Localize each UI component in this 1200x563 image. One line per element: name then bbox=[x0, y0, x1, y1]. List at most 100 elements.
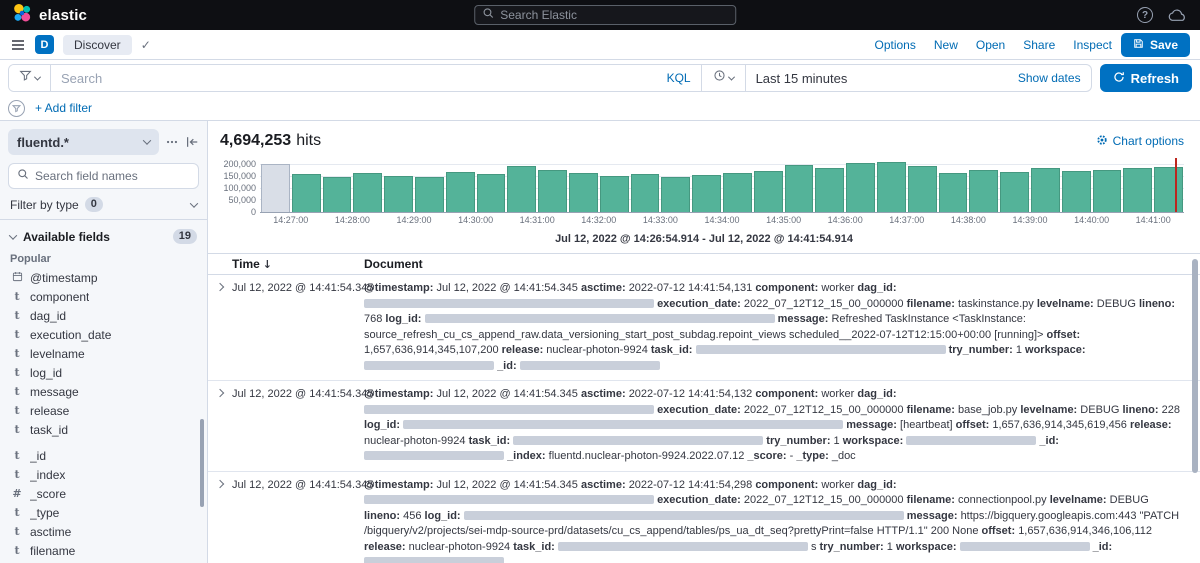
global-search-input[interactable] bbox=[500, 8, 728, 22]
y-axis-label: 200,000 bbox=[223, 159, 256, 169]
x-axis-label: 14:27:00 bbox=[273, 215, 308, 225]
deployment-badge[interactable]: D bbox=[35, 35, 54, 54]
doc-field-name: levelname: bbox=[1020, 404, 1077, 416]
field-item-dag_id[interactable]: tdag_id bbox=[8, 306, 199, 325]
field-search[interactable] bbox=[8, 163, 199, 189]
x-axis-label: 14:39:00 bbox=[1012, 215, 1047, 225]
expand-toggle[interactable] bbox=[208, 281, 232, 374]
field-item-_index[interactable]: t_index bbox=[8, 465, 199, 484]
time-column-header[interactable]: Time↓ bbox=[232, 257, 364, 271]
doc-field-name: message: bbox=[907, 510, 958, 522]
y-axis-label: 150,000 bbox=[223, 171, 256, 181]
doc-field-value: 1 bbox=[1016, 344, 1022, 356]
nav-link-new[interactable]: New bbox=[934, 38, 958, 52]
menu-icon[interactable] bbox=[10, 37, 26, 53]
field-item-filename[interactable]: tfilename bbox=[8, 541, 199, 560]
time-range-value[interactable]: Last 15 minutes bbox=[746, 71, 858, 86]
x-axis-label: 14:35:00 bbox=[766, 215, 801, 225]
kibana-discover-page: elastic ? D Discover ✓ OptionsNewOpenSha… bbox=[0, 0, 1200, 563]
chart-options-button[interactable]: Chart options bbox=[1096, 134, 1184, 149]
doc-field-value: 2022_07_12T12_15_00_000000 bbox=[744, 298, 904, 310]
filter-actions-icon[interactable] bbox=[8, 100, 25, 117]
nav-link-inspect[interactable]: Inspect bbox=[1073, 38, 1112, 52]
field-item-_id[interactable]: t_id bbox=[8, 446, 199, 465]
doc-field-name: @timestamp: bbox=[364, 388, 433, 400]
doc-field-name: try_number: bbox=[949, 344, 1013, 356]
doc-field-name: workspace: bbox=[896, 541, 957, 553]
doc-field-value: DEBUG bbox=[1080, 404, 1119, 416]
field-item-component[interactable]: tcomponent bbox=[8, 287, 199, 306]
table-scrollbar[interactable] bbox=[1192, 259, 1198, 473]
doc-field-value: 2022_07_12T12_15_00_000000 bbox=[744, 494, 904, 506]
histogram-bar bbox=[691, 158, 722, 212]
filter-by-type[interactable]: Filter by type 0 bbox=[0, 189, 207, 220]
histogram-bar bbox=[1122, 158, 1153, 212]
doc-field-name: message: bbox=[778, 313, 829, 325]
nav-link-open[interactable]: Open bbox=[976, 38, 1005, 52]
doc-field-name: release: bbox=[1130, 419, 1172, 431]
show-dates-link[interactable]: Show dates bbox=[1018, 71, 1091, 85]
histogram-bar bbox=[814, 158, 845, 212]
doc-field-name: task_id: bbox=[469, 435, 511, 447]
histogram-bar bbox=[999, 158, 1030, 212]
doc-field-value: [heartbeat] bbox=[900, 419, 953, 431]
save-button[interactable]: Save bbox=[1121, 33, 1190, 57]
field-label: asctime bbox=[30, 525, 71, 539]
chevron-down-icon bbox=[143, 136, 151, 144]
doc-field-name: _score: bbox=[747, 450, 786, 462]
histogram-bar bbox=[599, 158, 630, 212]
x-axis-label: 14:32:00 bbox=[581, 215, 616, 225]
string-field-icon: t bbox=[11, 449, 23, 462]
breadcrumb-discover[interactable]: Discover bbox=[63, 35, 132, 55]
add-filter-link[interactable]: + Add filter bbox=[35, 101, 92, 115]
doc-table-body: Jul 12, 2022 @ 14:41:54.345@timestamp: J… bbox=[208, 275, 1200, 563]
available-fields-count: 19 bbox=[173, 229, 197, 244]
index-pattern-selector[interactable]: fluentd.* bbox=[8, 129, 159, 155]
histogram-bar bbox=[568, 158, 599, 212]
field-search-input[interactable] bbox=[35, 169, 190, 183]
nav-link-share[interactable]: Share bbox=[1023, 38, 1055, 52]
saved-query-menu-button[interactable] bbox=[9, 65, 51, 91]
nav-link-options[interactable]: Options bbox=[875, 38, 916, 52]
field-item-task_id[interactable]: ttask_id bbox=[8, 420, 199, 439]
field-item-_type[interactable]: t_type bbox=[8, 503, 199, 522]
field-item-@timestamp[interactable]: @timestamp bbox=[8, 268, 199, 287]
sidebar-scrollbar[interactable] bbox=[200, 419, 204, 507]
query-input[interactable] bbox=[51, 71, 657, 86]
field-item-asctime[interactable]: tasctime bbox=[8, 522, 199, 541]
collapse-sidebar-icon[interactable] bbox=[185, 135, 199, 149]
redacted-value bbox=[364, 495, 654, 504]
doc-field-value: fluentd.nuclear-photon-9924.2022.07.12 bbox=[549, 450, 745, 462]
field-item-_score[interactable]: #_score bbox=[8, 484, 199, 503]
filter-funnel-icon bbox=[19, 69, 32, 87]
redacted-value bbox=[520, 361, 660, 370]
available-fields-header[interactable]: Available fields 19 bbox=[8, 220, 199, 248]
refresh-button[interactable]: Refresh bbox=[1100, 64, 1192, 92]
expand-toggle[interactable] bbox=[208, 387, 232, 465]
kql-language-button[interactable]: KQL bbox=[657, 71, 701, 85]
options-dots-icon[interactable] bbox=[165, 135, 179, 149]
field-item-execution_date[interactable]: texecution_date bbox=[8, 325, 199, 344]
elastic-brand[interactable]: elastic bbox=[12, 3, 87, 28]
histogram-chart[interactable]: 050,000100,000150,000200,000 bbox=[220, 158, 1184, 213]
histogram-bar bbox=[1061, 158, 1092, 212]
doc-field-value: 2022-07-12 14:41:54,132 bbox=[629, 388, 753, 400]
chevron-down-icon bbox=[728, 73, 735, 80]
global-search[interactable] bbox=[474, 5, 736, 25]
field-item-message[interactable]: tmessage bbox=[8, 382, 199, 401]
field-item-log_id[interactable]: tlog_id bbox=[8, 363, 199, 382]
expand-toggle[interactable] bbox=[208, 478, 232, 563]
help-icon[interactable]: ? bbox=[1137, 7, 1153, 23]
x-axis-label: 14:41:00 bbox=[1136, 215, 1171, 225]
histogram-bar bbox=[1092, 158, 1123, 212]
field-item-release[interactable]: trelease bbox=[8, 401, 199, 420]
doc-field-name: workspace: bbox=[843, 435, 904, 447]
field-label: log_id bbox=[30, 366, 62, 380]
cloud-icon[interactable] bbox=[1167, 8, 1188, 23]
doc-field-name: lineno: bbox=[1139, 298, 1175, 310]
chart-plot[interactable] bbox=[260, 158, 1184, 213]
string-field-icon: t bbox=[11, 423, 23, 436]
field-item-levelname[interactable]: tlevelname bbox=[8, 344, 199, 363]
doc-field-name: release: bbox=[364, 541, 406, 553]
time-menu-button[interactable] bbox=[702, 65, 746, 91]
